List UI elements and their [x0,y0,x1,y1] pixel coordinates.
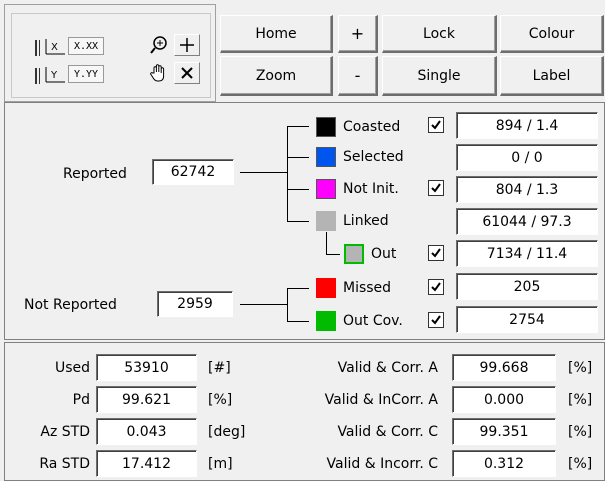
coasted-value-field: 894 / 1.4 [456,112,598,139]
x-axis-icon[interactable]: X [40,36,70,58]
plus-button[interactable]: + [338,15,378,53]
pd-value-field: 99.621 [96,386,197,413]
valid-corr-c-label: Valid & Corr. C [337,424,438,440]
valid-corr-a-value-field: 99.668 [452,354,556,381]
pd-label: Pd [72,392,90,408]
reported-connector [240,172,287,173]
out-checkbox[interactable] [428,245,444,261]
valid-corr-a-unit: [%] [568,360,593,376]
valid-corr-c-value-field: 99.351 [452,418,556,445]
valid-incorr-c-label: Valid & Incorr. C [326,456,438,472]
pd-unit: [%] [208,392,233,408]
minus-button[interactable]: - [338,56,378,96]
label-button[interactable]: Label [500,56,604,96]
az-std-unit: [deg] [208,424,246,440]
zoom-in-icon[interactable] [146,34,172,56]
valid-incorr-c-value-field: 0.312 [452,450,556,477]
lock-button[interactable]: Lock [382,15,497,53]
close-icon[interactable] [174,62,200,84]
reported-tree-trunk [287,126,288,222]
coasted-color-swatch[interactable] [316,117,336,137]
y-axis-icon[interactable]: Y [40,64,70,86]
not-init-color-swatch[interactable] [316,179,336,199]
branch-missed [287,288,309,289]
y-format-label[interactable]: Y.YY [68,65,104,83]
out-branch-horizontal [326,254,340,255]
coasted-checkbox[interactable] [428,117,444,133]
home-button[interactable]: Home [220,15,333,53]
single-button[interactable]: Single [382,56,497,96]
x-format-label[interactable]: X.XX [68,37,104,55]
not-reported-tree-trunk [287,288,288,322]
linked-value-field: 61044 / 97.3 [456,208,598,235]
not-init-checkbox[interactable] [428,180,444,196]
selected-label: Selected [343,149,404,165]
az-std-value-field: 0.043 [96,418,197,445]
svg-text:X: X [51,42,58,53]
not-init-value-field: 804 / 1.3 [456,176,598,203]
not-reported-count-field: 2959 [157,291,233,317]
branch-coasted [287,126,309,127]
missed-value-field: 205 [456,273,598,300]
out-color-swatch[interactable] [344,244,364,264]
reported-count-field: 62742 [152,159,234,185]
valid-incorr-a-label: Valid & InCorr. A [324,392,438,408]
out-label: Out [371,246,397,262]
linked-color-swatch[interactable] [316,211,336,231]
out-cov-value-field: 2754 [456,306,598,333]
linked-label: Linked [343,213,389,229]
not-reported-label: Not Reported [24,297,117,313]
out-cov-label: Out Cov. [343,313,403,329]
branch-out-cov [287,321,309,322]
pan-hand-icon[interactable] [146,62,172,84]
ra-std-unit: [m] [208,456,233,472]
ra-std-value-field: 17.412 [96,450,197,477]
not-reported-connector [240,304,287,305]
valid-incorr-a-value-field: 0.000 [452,386,556,413]
branch-selected [287,157,309,158]
used-value-field: 53910 [96,354,197,381]
branch-linked [287,221,309,222]
valid-corr-a-label: Valid & Corr. A [337,360,438,376]
missed-label: Missed [343,280,392,296]
not-init-label: Not Init. [343,181,399,197]
used-label: Used [54,360,90,376]
svg-text:Y: Y [50,70,58,81]
selected-value-field: 0 / 0 [456,144,598,171]
selected-color-swatch[interactable] [316,147,336,167]
used-unit: [#] [208,360,231,376]
out-branch-vertical [326,232,327,254]
az-std-label: Az STD [40,424,90,440]
missed-color-swatch[interactable] [316,278,336,298]
out-cov-checkbox[interactable] [428,312,444,328]
branch-not-init [287,189,309,190]
valid-corr-c-unit: [%] [568,424,593,440]
ra-std-label: Ra STD [39,456,90,472]
coasted-label: Coasted [343,119,401,135]
colour-button[interactable]: Colour [500,15,604,53]
zoom-button[interactable]: Zoom [220,56,333,96]
missed-checkbox[interactable] [428,279,444,295]
reported-label: Reported [63,166,127,182]
valid-incorr-c-unit: [%] [568,456,593,472]
add-icon[interactable] [174,34,200,56]
valid-incorr-a-unit: [%] [568,392,593,408]
out-cov-color-swatch[interactable] [316,311,336,331]
out-value-field: 7134 / 11.4 [456,240,598,267]
